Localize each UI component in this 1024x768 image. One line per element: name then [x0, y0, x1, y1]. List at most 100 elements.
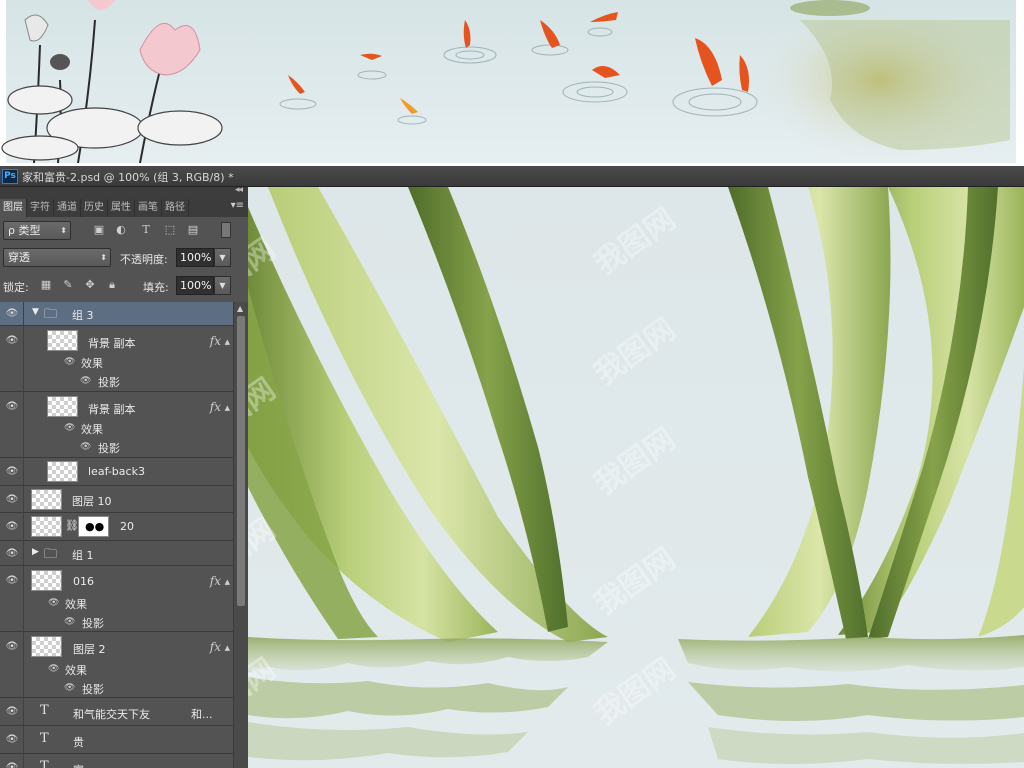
visibility-eye-icon[interactable]: 👁︎: [48, 664, 59, 674]
visibility-eye-icon[interactable]: 👁︎: [5, 336, 19, 346]
visibility-eye-icon[interactable]: 👁︎: [5, 707, 19, 717]
visibility-eye-icon[interactable]: 👁︎: [5, 763, 19, 768]
disclosure-closed-icon[interactable]: ▶: [32, 547, 39, 557]
visibility-eye-icon[interactable]: 👁︎: [5, 495, 19, 505]
visibility-eye-icon[interactable]: 👁︎: [5, 642, 19, 652]
layer-row[interactable]: 👁︎ 图层 2 fx ▲ 👁︎ 效果 👁︎ 投影: [0, 632, 233, 698]
banner-artwork: [1, 0, 1016, 163]
visibility-eye-icon[interactable]: 👁︎: [64, 423, 75, 433]
expand-effects-icon[interactable]: ▲: [225, 338, 230, 346]
blend-row: 穿透 ⬍ 不透明度: 100% ▼: [0, 245, 248, 271]
fill-label: 填充:: [143, 281, 169, 294]
visibility-eye-icon[interactable]: 👁︎: [64, 357, 75, 367]
effect-name: 投影: [98, 442, 120, 455]
layer-name: 016: [73, 575, 94, 588]
fill-input[interactable]: 100%: [176, 276, 214, 295]
visibility-eye-icon[interactable]: 👁︎: [80, 376, 91, 386]
tab-brush[interactable]: 画笔: [135, 199, 162, 217]
smart-object-filter-icon[interactable]: ▤: [186, 223, 200, 237]
tab-paths[interactable]: 路径: [162, 199, 189, 217]
chevron-updown-icon: ⬍: [100, 253, 107, 262]
fx-icon[interactable]: fx: [210, 400, 221, 414]
adjustment-filter-icon[interactable]: ◐: [114, 223, 128, 237]
visibility-eye-icon[interactable]: 👁︎: [5, 402, 19, 412]
layer-thumbnail: [31, 489, 62, 510]
visibility-eye-icon[interactable]: 👁︎: [80, 442, 91, 452]
layer-row[interactable]: 👁︎ leaf-back3: [0, 458, 233, 486]
pixel-filter-icon[interactable]: ▣: [92, 223, 106, 237]
collapse-icon[interactable]: ◂◂: [235, 187, 243, 195]
shape-filter-icon[interactable]: ⬚: [163, 223, 177, 237]
tab-history[interactable]: 历史: [81, 199, 108, 217]
lock-position-icon[interactable]: ✥: [83, 278, 97, 292]
scroll-thumb[interactable]: [237, 316, 245, 606]
effects-label: 效果: [65, 664, 87, 677]
layer-row-text[interactable]: 👁︎ T 和气能交天下友 和...: [0, 698, 233, 726]
layer-row[interactable]: 👁︎ 背景 副本 fx ▲ 👁︎ 效果 👁︎ 投影: [0, 392, 233, 458]
lock-image-icon[interactable]: ✎: [61, 278, 75, 292]
layers-scrollbar[interactable]: ▲: [233, 302, 248, 768]
chevron-updown-icon: ⬍: [60, 226, 67, 235]
text-layer-icon: T: [40, 703, 49, 718]
fill-dropdown-icon[interactable]: ▼: [214, 276, 231, 295]
chain-link-icon[interactable]: ⛓︎: [65, 519, 79, 532]
layer-row-text[interactable]: 👁︎ T 贵: [0, 726, 233, 754]
lock-transparency-icon[interactable]: ▦: [39, 278, 53, 292]
layer-row-group1[interactable]: 👁︎ ▶ 🗀︎ 组 1: [0, 541, 233, 566]
tab-channels[interactable]: 通道: [54, 199, 81, 217]
visibility-eye-icon[interactable]: 👁︎: [5, 549, 19, 559]
lock-all-icon[interactable]: 🔒︎: [105, 278, 119, 292]
document-title[interactable]: 家和富贵-2.psd @ 100% (组 3, RGB/8) *: [22, 169, 234, 185]
visibility-eye-icon[interactable]: 👁︎: [5, 467, 19, 477]
document-canvas[interactable]: 我图网 我图网 我图网 我图网 我图网 我图网 我图网 我图网 我图网: [248, 187, 1024, 768]
effect-name: 投影: [82, 617, 104, 630]
expand-effects-icon[interactable]: ▲: [225, 644, 230, 652]
type-filter-icon[interactable]: T: [139, 223, 153, 237]
layer-name: 组 3: [72, 309, 94, 322]
photoshop-icon: Ps: [2, 169, 18, 184]
opacity-input[interactable]: 100%: [176, 248, 214, 267]
tab-character[interactable]: 字符: [27, 199, 54, 217]
visibility-eye-icon[interactable]: 👁︎: [5, 309, 19, 319]
opacity-dropdown-icon[interactable]: ▼: [214, 248, 231, 267]
disclosure-open-icon[interactable]: ▼: [32, 307, 39, 317]
layer-thumbnail: [47, 396, 78, 417]
fx-icon[interactable]: fx: [210, 334, 221, 348]
layer-thumbnail: [47, 330, 78, 351]
expand-effects-icon[interactable]: ▲: [225, 578, 230, 586]
layer-thumbnail: [31, 570, 62, 591]
scroll-up-icon[interactable]: ▲: [237, 304, 243, 313]
layer-name-overflow: 和...: [191, 708, 213, 721]
blend-mode-value: 穿透: [8, 251, 30, 264]
filter-type-select[interactable]: ρ 类型 ⬍: [3, 221, 71, 240]
layer-mask-thumbnail[interactable]: ●●: [78, 516, 109, 537]
expand-effects-icon[interactable]: ▲: [225, 404, 230, 412]
visibility-eye-icon[interactable]: 👁︎: [48, 598, 59, 608]
layer-row-text[interactable]: 👁︎ T 富: [0, 754, 233, 768]
layer-thumbnail: [47, 461, 78, 482]
visibility-eye-icon[interactable]: 👁︎: [5, 522, 19, 532]
fx-icon[interactable]: fx: [210, 640, 221, 654]
layer-row[interactable]: 👁︎ 图层 10: [0, 486, 233, 513]
panel-collapse-bar[interactable]: ◂◂: [0, 187, 248, 199]
tab-layers[interactable]: 图层: [0, 199, 27, 217]
fx-icon[interactable]: fx: [210, 574, 221, 588]
layer-row-group3[interactable]: 👁︎ ▼ 🗀︎ 组 3: [0, 302, 233, 326]
filter-toggle[interactable]: [221, 222, 231, 238]
visibility-eye-icon[interactable]: 👁︎: [64, 683, 75, 693]
layer-row[interactable]: 👁︎ 背景 副本 fx ▲ 👁︎ 效果 👁︎ 投影: [0, 326, 233, 392]
text-layer-icon: T: [40, 731, 49, 746]
tab-properties[interactable]: 属性: [108, 199, 135, 217]
layer-row[interactable]: 👁︎ 016 fx ▲ 👁︎ 效果 👁︎ 投影: [0, 566, 233, 632]
lock-row: 锁定: ▦ ✎ ✥ 🔒︎ 填充: 100% ▼: [0, 273, 248, 299]
panel-menu-icon[interactable]: ▾≡: [231, 200, 244, 211]
visibility-eye-icon[interactable]: 👁︎: [5, 576, 19, 586]
visibility-eye-icon[interactable]: 👁︎: [5, 735, 19, 745]
layer-name: 20: [120, 520, 134, 533]
document-title-bar: Ps 家和富贵-2.psd @ 100% (组 3, RGB/8) *: [0, 166, 1024, 187]
visibility-eye-icon[interactable]: 👁︎: [64, 617, 75, 627]
layer-name: 图层 2: [73, 643, 106, 656]
text-layer-icon: T: [40, 759, 49, 768]
blend-mode-select[interactable]: 穿透 ⬍: [3, 248, 111, 267]
layer-row[interactable]: 👁︎ ⛓︎ ●● 20: [0, 513, 233, 541]
